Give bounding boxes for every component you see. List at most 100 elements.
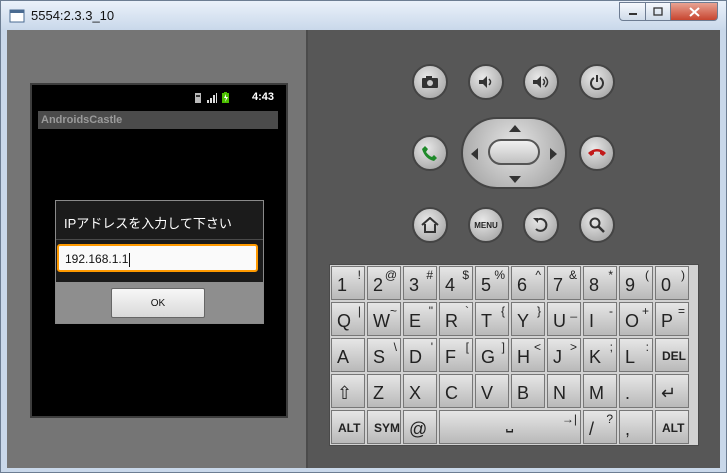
key-4-1[interactable]: SYM [367, 410, 401, 444]
key-1-5[interactable]: Y} [511, 302, 545, 336]
key-4-3[interactable]: ⎵ →| [439, 410, 581, 444]
key-alt-label: * [608, 268, 613, 282]
minimize-icon [628, 12, 637, 15]
key-alt-label: { [500, 304, 505, 318]
key-alt-label: } [536, 304, 541, 318]
key-0-0[interactable]: 1! [331, 266, 365, 300]
menu-button-label: MENU [474, 220, 498, 230]
end-call-button[interactable] [579, 135, 615, 171]
key-label: O [625, 311, 640, 331]
key-2-9[interactable]: DEL [655, 338, 689, 372]
key-0-6[interactable]: 7 & [547, 266, 581, 300]
dialog-divider [56, 239, 263, 240]
key-1-0[interactable]: Q | [331, 302, 365, 336]
key-label: 4 [445, 275, 456, 295]
key-label: ALT [338, 421, 361, 435]
key-label: T [481, 311, 492, 331]
key-3-3[interactable]: C [439, 374, 473, 408]
key-4-5[interactable]: , [619, 410, 653, 444]
key-2-4[interactable]: G] [475, 338, 509, 372]
key-3-7[interactable]: M [583, 374, 617, 408]
key-2-1[interactable]: S \ [367, 338, 401, 372]
key-2-2[interactable]: D ' [403, 338, 437, 372]
key-0-1[interactable]: 2 @ [367, 266, 401, 300]
key-alt-label: @ [384, 268, 397, 282]
key-1-8[interactable]: O + [619, 302, 653, 336]
dpad-down-arrow-icon[interactable] [509, 176, 521, 183]
key-label: . [625, 383, 631, 403]
key-0-7[interactable]: 8 * [583, 266, 617, 300]
menu-button[interactable]: MENU [468, 207, 504, 243]
ok-button[interactable]: OK [111, 288, 205, 318]
key-3-9[interactable]: ↵ [655, 374, 689, 408]
dpad-center-button[interactable] [488, 139, 540, 165]
key-label: 0 [661, 275, 672, 295]
key-alt-label: ~ [389, 304, 397, 318]
key-3-8[interactable]: . [619, 374, 653, 408]
search-button[interactable] [579, 207, 615, 243]
key-4-0[interactable]: ALT [331, 410, 365, 444]
minimize-button[interactable] [619, 2, 646, 21]
home-button[interactable] [412, 207, 448, 243]
volume-up-button[interactable] [523, 64, 559, 100]
key-3-0[interactable]: ⇧ [331, 374, 365, 408]
key-1-4[interactable]: T{ [475, 302, 509, 336]
key-alt-label: ) [681, 268, 685, 282]
key-3-4[interactable]: V [475, 374, 509, 408]
key-alt-label: →| [561, 412, 577, 426]
key-2-6[interactable]: J > [547, 338, 581, 372]
key-label: Z [373, 383, 384, 403]
key-1-3[interactable]: R ` [439, 302, 473, 336]
key-label: C [445, 383, 458, 403]
key-3-5[interactable]: B [511, 374, 545, 408]
key-1-7[interactable]: I- [583, 302, 617, 336]
key-4-4[interactable]: /? [583, 410, 617, 444]
key-2-5[interactable]: H < [511, 338, 545, 372]
back-button[interactable] [523, 207, 559, 243]
key-label: Y [517, 311, 530, 331]
ip-address-input[interactable]: 192.168.1.1 [57, 244, 258, 272]
key-alt-label: ( [645, 268, 649, 282]
key-1-1[interactable]: W ~ [367, 302, 401, 336]
status-bar: 4:43 [32, 85, 286, 109]
key-1-2[interactable]: E " [403, 302, 437, 336]
key-label: Q [337, 311, 352, 331]
camera-button[interactable] [412, 64, 448, 100]
dpad-right-arrow-icon[interactable] [550, 148, 557, 160]
key-label: H [517, 347, 530, 367]
call-button[interactable] [412, 135, 448, 171]
key-alt-label: < [533, 340, 541, 354]
key-label: 3 [409, 275, 420, 295]
device-screen[interactable]: 4:43 AndroidsCastle IPアドレスを入力して下さい 192.1… [30, 83, 288, 418]
key-2-7[interactable]: K; [583, 338, 617, 372]
power-button[interactable] [579, 64, 615, 100]
key-0-9[interactable]: 0) [655, 266, 689, 300]
key-0-5[interactable]: 6 ^ [511, 266, 545, 300]
key-2-8[interactable]: L: [619, 338, 653, 372]
key-0-2[interactable]: 3 # [403, 266, 437, 300]
key-2-0[interactable]: A [331, 338, 365, 372]
volume-down-button[interactable] [468, 64, 504, 100]
key-3-2[interactable]: X [403, 374, 437, 408]
maximize-button[interactable] [645, 2, 671, 21]
key-4-6[interactable]: ALT [655, 410, 689, 444]
ip-address-value: 192.168.1.1 [65, 252, 129, 266]
title-bar[interactable]: 5554:2.3.3_10 [1, 1, 726, 30]
close-button[interactable] [670, 2, 718, 21]
dpad-left-arrow-icon[interactable] [471, 148, 478, 160]
dpad[interactable] [461, 117, 567, 189]
close-icon [688, 6, 700, 17]
key-label: B [517, 383, 530, 403]
key-0-4[interactable]: 5% [475, 266, 509, 300]
usb-debug-icon [195, 93, 201, 103]
key-2-3[interactable]: F[ [439, 338, 473, 372]
key-0-3[interactable]: 4 $ [439, 266, 473, 300]
key-3-6[interactable]: N [547, 374, 581, 408]
key-0-8[interactable]: 9( [619, 266, 653, 300]
emulator-window: 5554:2.3.3_10 4:43 AndroidsCastle IPアドレス… [0, 0, 727, 473]
key-1-6[interactable]: U _ [547, 302, 581, 336]
key-4-2[interactable]: @ [403, 410, 437, 444]
key-3-1[interactable]: Z [367, 374, 401, 408]
key-1-9[interactable]: P = [655, 302, 689, 336]
dpad-up-arrow-icon[interactable] [509, 125, 521, 132]
